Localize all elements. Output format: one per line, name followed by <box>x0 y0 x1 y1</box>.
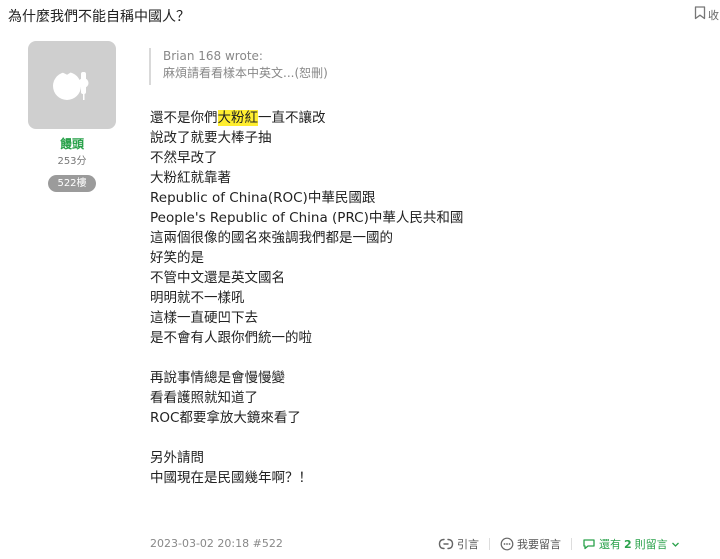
post-card: 饅頭 253分 522樓 Brian 168 wrote: 麻煩請看看樣本中英文… <box>0 32 720 559</box>
reply-button[interactable]: 我要留言 <box>500 536 561 552</box>
action-divider <box>489 538 490 550</box>
post-line: 不然早改了 <box>150 150 218 166</box>
post-actions: 引言 我要留言 還有 2 則留言 <box>438 535 720 553</box>
post-line: 不管中文還是英文國名 <box>150 270 285 286</box>
chevron-down-icon <box>671 540 680 549</box>
action-divider <box>571 538 572 550</box>
quote-excerpt: 麻煩請看看樣本中英文...(恕刪) <box>163 66 328 80</box>
post-line: Republic of China(ROC)中華民國跟 <box>150 190 376 206</box>
thread-header: 為什麼我們不能自稱中國人？ 收 <box>0 0 720 33</box>
default-avatar-icon <box>50 63 94 107</box>
post-line: 大粉紅就靠著 <box>150 170 231 186</box>
post-text: 還不是你們 <box>150 110 218 126</box>
reply-label: 我要留言 <box>517 538 561 551</box>
post-line: 明明就不一樣吼 <box>150 290 245 306</box>
comment-icon <box>500 537 514 551</box>
quote-block: Brian 168 wrote: 麻煩請看看樣本中英文...(恕刪) <box>149 48 328 85</box>
bookmark-icon <box>694 6 706 23</box>
post-line: 這樣一直硬凹下去 <box>150 310 258 326</box>
quote-label: 引言 <box>457 538 479 551</box>
floor-badge: 522樓 <box>48 175 96 192</box>
post-line: 再說事情總是會慢慢變 <box>150 370 285 386</box>
post-line: 這兩個很像的國名來強調我們都是一國的 <box>150 230 393 246</box>
post-line: 說改了就要大棒子抽 <box>150 130 272 146</box>
quote-button[interactable]: 引言 <box>438 536 479 552</box>
post-line: 好笑的是 <box>150 250 204 266</box>
post-line: People's Republic of China (PRC)中華人民共和國 <box>150 210 464 226</box>
bookmark-label: 收 <box>708 8 719 22</box>
post-body: 還不是你們大粉紅一直不讓改 說改了就要大棒子抽 不然早改了 大粉紅就靠著 Rep… <box>150 108 670 488</box>
quote-icon <box>438 537 454 551</box>
quote-author: Brian 168 wrote: <box>163 49 263 63</box>
thread-title: 為什麼我們不能自稱中國人？ <box>8 9 190 25</box>
more-replies-prefix: 還有 <box>599 538 621 551</box>
post-line: ROC都要拿放大鏡來看了 <box>150 410 301 426</box>
more-replies-count: 2 <box>624 537 632 551</box>
post-line: 另外請問 <box>150 450 204 466</box>
highlighted-text: 大粉紅 <box>217 110 258 126</box>
post-line: 是不會有人跟你們統一的啦 <box>150 330 312 346</box>
post-line: 看看護照就知道了 <box>150 390 258 406</box>
more-replies-suffix: 則留言 <box>634 538 668 551</box>
post-text: 一直不讓改 <box>258 110 326 126</box>
more-replies-toggle[interactable]: 還有 2 則留言 <box>582 536 680 552</box>
post-line: 中國現在是民國幾年啊？！ <box>150 470 312 486</box>
bookmark-button[interactable]: 收 <box>694 6 719 23</box>
author-name[interactable]: 饅頭 <box>28 135 116 152</box>
post-line: 還不是你們大粉紅一直不讓改 <box>150 108 670 128</box>
post-timestamp: 2023-03-02 20:18 #522 <box>150 537 283 550</box>
avatar[interactable] <box>28 41 116 129</box>
replies-icon <box>582 537 596 551</box>
author-points: 253分 <box>57 156 87 167</box>
